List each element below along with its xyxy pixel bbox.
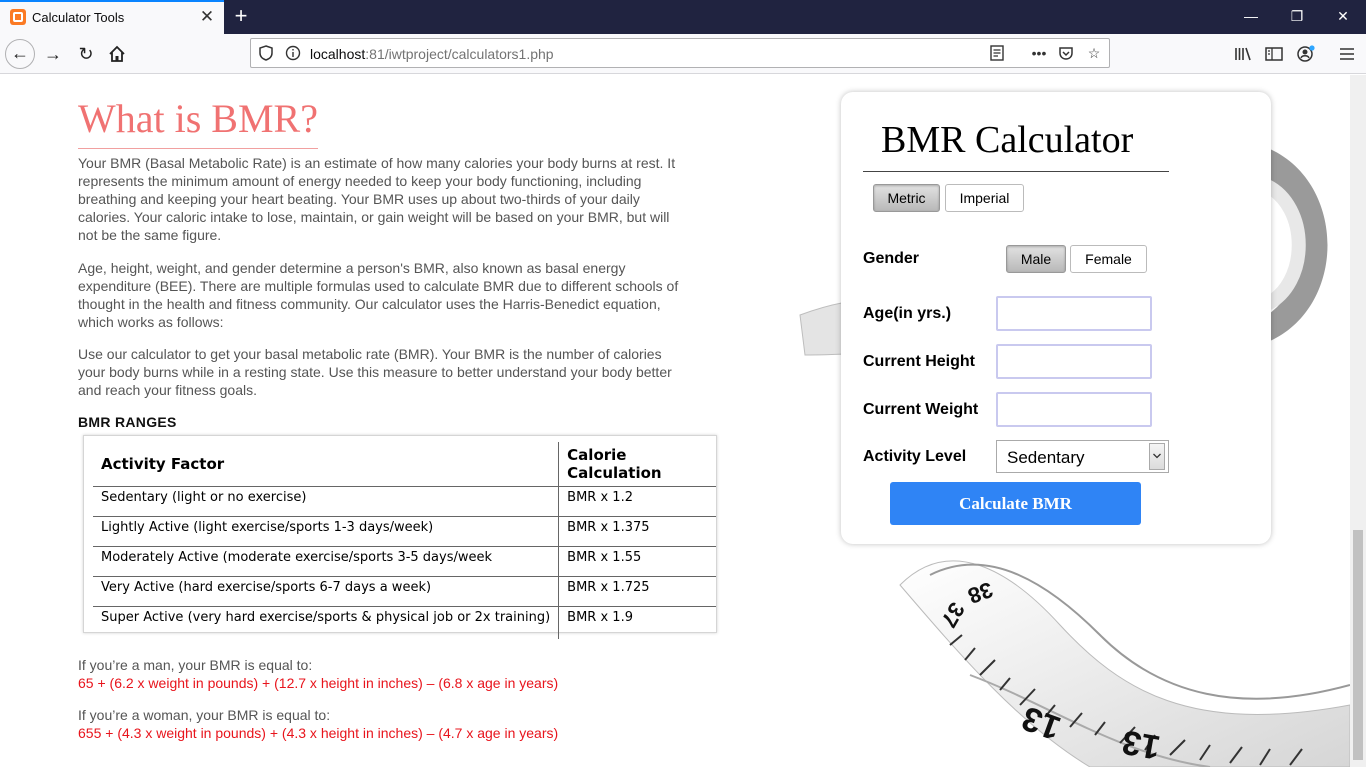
info-icon[interactable] [283,43,303,63]
menu-hamburger-icon[interactable] [1335,42,1359,66]
activity-cell: Very Active (hard exercise/sports 6-7 da… [93,576,560,607]
activity-cell: Sedentary (light or no exercise) [93,486,560,517]
activity-cell: Moderately Active (moderate exercise/spo… [93,546,560,577]
window-close-button[interactable]: ✕ [1320,0,1366,34]
age-label: Age(in yrs.) [863,305,952,322]
chevron-down-icon[interactable] [1149,443,1165,470]
page-actions-icon[interactable]: ••• [1029,43,1049,63]
address-bar[interactable]: localhost:81/iwtproject/calculators1.php… [250,38,1110,68]
bmr-ranges-heading: BMR RANGES [78,414,177,430]
browser-tab-bar: Calculator Tools ✕ + — ❐ ✕ [0,0,1366,34]
calorie-cell: BMR x 1.2 [558,486,716,517]
calorie-cell: BMR x 1.55 [558,546,716,577]
new-tab-button[interactable]: + [230,3,252,29]
man-formula-label: If you’re a man, your BMR is equal to: [78,657,313,673]
woman-formula-label: If you’re a woman, your BMR is equal to: [78,707,331,723]
calculator-title-rule [863,171,1169,172]
calorie-cell: BMR x 1.725 [558,576,716,607]
bookmark-star-icon[interactable]: ☆ [1084,43,1104,63]
activity-level-label: Activity Level [863,448,967,465]
bmr-calculator-card: BMR Calculator Metric Imperial Gender Ma… [841,92,1271,544]
calorie-cell: BMR x 1.375 [558,516,716,547]
calculator-title: BMR Calculator [881,119,1134,161]
reader-view-icon[interactable] [987,43,1007,63]
table-row: Super Active (very hard exercise/sports … [93,606,716,639]
xampp-favicon-icon [10,9,26,25]
browser-tab[interactable]: Calculator Tools ✕ [0,0,224,34]
sidebar-icon[interactable] [1262,42,1286,66]
table-row: Sedentary (light or no exercise) BMR x 1… [93,486,716,517]
intro-paragraph: Your BMR (Basal Metabolic Rate) is an es… [78,155,676,243]
weight-label: Current Weight [863,401,979,418]
female-toggle[interactable]: Female [1070,245,1147,273]
browser-nav-bar: ← → ↻ localhost:81/iwtproject/calculator… [0,34,1366,74]
page-scrollbar[interactable] [1350,75,1366,767]
calculator-usage-paragraph: Use our calculator to get your basal met… [78,346,672,398]
account-icon[interactable] [1294,42,1318,66]
age-input[interactable] [996,296,1152,331]
height-input[interactable] [996,344,1152,379]
imperial-toggle[interactable]: Imperial [945,184,1024,212]
table-header-row: Activity Factor Calorie Calculation [93,442,716,487]
tab-close-icon[interactable]: ✕ [199,7,215,27]
back-arrow-icon[interactable]: ← [5,39,35,69]
title-underline [78,148,318,149]
pocket-icon[interactable] [1056,43,1076,63]
table-row: Moderately Active (moderate exercise/spo… [93,546,716,577]
reload-icon[interactable]: ↻ [71,39,101,69]
maximize-button[interactable]: ❐ [1274,0,1320,34]
forward-arrow-icon[interactable]: → [38,39,68,69]
page-content: 38 37 13 13 28 What is BMR? Your BMR (Ba… [0,75,1350,767]
table-row: Very Active (hard exercise/sports 6-7 da… [93,576,716,607]
activity-table-container: Activity Factor Calorie Calculation Sede… [83,435,717,639]
activity-cell: Super Active (very hard exercise/sports … [93,606,560,639]
url-text: localhost:81/iwtproject/calculators1.php [310,46,554,62]
scrollbar-thumb[interactable] [1353,530,1363,760]
formula-intro-paragraph: Age, height, weight, and gender determin… [78,260,679,330]
table-row: Lightly Active (light exercise/sports 1-… [93,516,716,547]
woman-formula: 655 + (4.3 x weight in pounds) + (4.3 x … [78,725,559,741]
home-icon[interactable] [102,39,132,69]
article-title: What is BMR? [78,96,318,141]
male-toggle[interactable]: Male [1006,245,1066,273]
library-icon[interactable] [1231,42,1255,66]
height-label: Current Height [863,353,975,370]
tab-title: Calculator Tools [32,10,125,25]
weight-input[interactable] [996,392,1152,427]
man-formula: 65 + (6.2 x weight in pounds) + (12.7 x … [78,675,559,691]
activity-cell: Lightly Active (light exercise/sports 1-… [93,516,560,547]
activity-level-select[interactable]: Sedentary [996,440,1169,473]
shield-icon[interactable] [256,43,276,63]
minimize-button[interactable]: — [1228,0,1274,34]
activity-factor-table: Activity Factor Calorie Calculation Sede… [93,442,716,639]
column-header-activity: Activity Factor [93,442,560,487]
activity-level-value: Sedentary [1007,448,1085,467]
gender-label: Gender [863,250,920,267]
metric-toggle[interactable]: Metric [873,184,940,212]
column-header-calories: Calorie Calculation [558,442,716,487]
calculate-bmr-button[interactable]: Calculate BMR [890,482,1141,525]
calorie-cell: BMR x 1.9 [567,610,633,625]
svg-text:13: 13 [1119,722,1163,766]
